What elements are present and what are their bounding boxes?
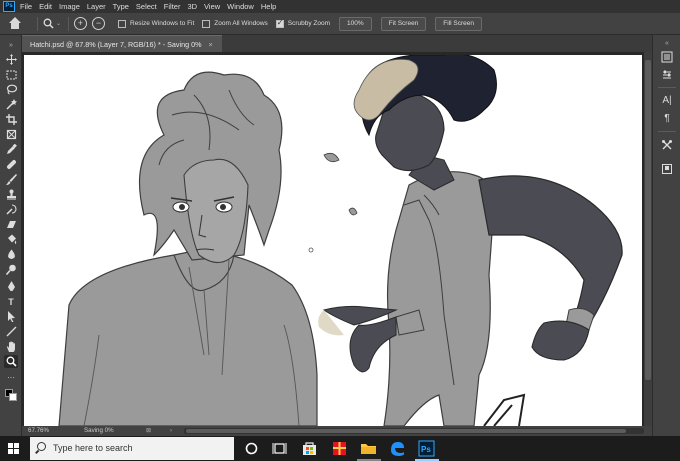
scrollbar-thumb[interactable]	[645, 60, 651, 380]
tools-panel: » T ···	[0, 35, 22, 442]
vertical-scrollbar[interactable]	[644, 52, 652, 426]
move-tool-icon[interactable]	[4, 53, 18, 66]
collapse-arrows-icon[interactable]: «	[661, 38, 673, 50]
dodge-tool-icon[interactable]	[4, 263, 18, 276]
status-bar: 67.76% Saving 0% ⊠ ›	[22, 426, 652, 436]
task-view-icon[interactable]	[271, 440, 288, 457]
properties-icon[interactable]	[661, 69, 673, 81]
pen-tool-icon[interactable]	[4, 280, 18, 293]
menu-image[interactable]: Image	[59, 2, 80, 11]
divider	[68, 16, 69, 31]
search-icon	[37, 442, 46, 451]
microsoft-store-icon[interactable]	[301, 440, 318, 457]
edge-browser-icon[interactable]	[389, 440, 406, 457]
zoom-tool-icon[interactable]	[4, 355, 18, 368]
menu-edit[interactable]: Edit	[39, 2, 52, 11]
zoom-all-windows-checkbox[interactable]: Zoom All Windows	[202, 19, 268, 28]
menu-3d[interactable]: 3D	[187, 2, 197, 11]
scrollbar-thumb[interactable]	[186, 429, 626, 433]
resize-windows-label: Resize Windows to Fit	[130, 20, 195, 27]
character-icon[interactable]: A|	[661, 95, 673, 107]
cortana-icon[interactable]	[243, 440, 260, 457]
close-tab-icon[interactable]: ×	[209, 40, 213, 49]
divider	[658, 87, 676, 88]
photoshop-logo: Ps	[3, 1, 15, 12]
right-panel-strip: « A| ¶	[652, 35, 680, 442]
hand-tool-icon[interactable]	[4, 340, 18, 353]
menu-select[interactable]: Select	[136, 2, 157, 11]
history-brush-tool-icon[interactable]	[4, 203, 18, 216]
scrubby-zoom-label: Scrubby Zoom	[287, 20, 331, 27]
cancel-save-icon[interactable]: ⊠	[146, 426, 151, 436]
menu-layer[interactable]: Layer	[87, 2, 106, 11]
history-icon[interactable]	[661, 51, 673, 63]
type-tool-icon[interactable]: T	[4, 295, 18, 308]
brush-tool-icon[interactable]	[4, 173, 18, 186]
background-color-swatch[interactable]	[9, 393, 17, 401]
file-explorer-icon[interactable]	[360, 440, 377, 457]
fit-screen-button[interactable]: Fit Screen	[380, 16, 427, 31]
eyedropper-tool-icon[interactable]	[4, 143, 18, 156]
saving-status: Saving 0%	[84, 427, 114, 434]
frame-tool-icon[interactable]	[4, 128, 18, 141]
photoshop-taskbar-icon[interactable]: Ps	[418, 440, 435, 457]
menu-file[interactable]: File	[20, 2, 32, 11]
checkbox-box[interactable]	[118, 19, 126, 28]
status-menu-arrow-icon[interactable]: ›	[170, 426, 172, 436]
taskbar-search-box[interactable]: Type here to search	[30, 437, 234, 460]
zoom-out-icon[interactable]: −	[92, 17, 105, 30]
menu-help[interactable]: Help	[261, 2, 276, 11]
layer-comps-icon[interactable]	[661, 163, 673, 175]
clone-stamp-tool-icon[interactable]	[4, 188, 18, 201]
zoom-in-icon[interactable]: +	[74, 17, 87, 30]
scrubby-zoom-checkbox[interactable]: Scrubby Zoom	[275, 18, 331, 28]
zoom-100-button[interactable]: 100%	[339, 16, 372, 31]
healing-brush-tool-icon[interactable]	[4, 158, 18, 171]
document-tab[interactable]: Hatchi.psd @ 67.8% (Layer 7, RGB/16) * -…	[22, 35, 222, 52]
menu-view[interactable]: View	[204, 2, 220, 11]
canvas-area[interactable]	[22, 52, 644, 426]
divider	[37, 16, 38, 31]
more-tools-icon[interactable]: ···	[4, 371, 18, 384]
search-placeholder: Type here to search	[53, 443, 133, 453]
artboard[interactable]	[24, 55, 642, 426]
marquee-tool-icon[interactable]	[4, 68, 18, 81]
options-bar: ⌄ + − Resize Windows to Fit Zoom All Win…	[0, 13, 680, 35]
illustration	[58, 55, 623, 426]
windows-start-icon[interactable]	[8, 443, 20, 455]
lasso-tool-icon[interactable]	[4, 83, 18, 96]
menu-bar: Ps File Edit Image Layer Type Select Fil…	[0, 0, 680, 13]
magnifier-icon	[43, 18, 54, 29]
zoom-all-windows-label: Zoom All Windows	[214, 20, 268, 27]
zoom-tool-preset[interactable]: ⌄	[43, 18, 63, 29]
collapse-arrows-icon[interactable]: »	[4, 39, 18, 52]
document-title: Hatchi.psd @ 67.8% (Layer 7, RGB/16) * -…	[30, 40, 202, 49]
gift-app-icon[interactable]	[331, 440, 348, 457]
resize-windows-checkbox[interactable]: Resize Windows to Fit	[118, 19, 195, 28]
path-selection-tool-icon[interactable]	[4, 310, 18, 323]
menu-window[interactable]: Window	[227, 2, 254, 11]
fill-screen-button[interactable]: Fill Screen	[435, 16, 483, 31]
horizontal-scrollbar[interactable]	[184, 428, 644, 434]
home-icon[interactable]	[8, 16, 22, 31]
svg-text:Ps: Ps	[421, 445, 431, 454]
zoom-level[interactable]: 67.76%	[28, 426, 49, 436]
paint-bucket-tool-icon[interactable]	[4, 233, 18, 246]
menu-filter[interactable]: Filter	[164, 2, 181, 11]
photoshop-window: Ps File Edit Image Layer Type Select Fil…	[0, 0, 680, 461]
divider	[658, 131, 676, 132]
blur-tool-icon[interactable]	[4, 248, 18, 261]
checkbox-box-checked[interactable]	[275, 18, 284, 28]
menu-type[interactable]: Type	[113, 2, 129, 11]
line-tool-icon[interactable]	[4, 325, 18, 338]
chevron-down-icon: ⌄	[56, 21, 62, 27]
checkbox-box[interactable]	[202, 19, 211, 28]
tool-presets-icon[interactable]	[661, 139, 673, 151]
paragraph-icon[interactable]: ¶	[661, 113, 673, 125]
windows-taskbar: Type here to search Ps	[0, 436, 680, 461]
eraser-tool-icon[interactable]	[4, 218, 18, 231]
crop-tool-icon[interactable]	[4, 113, 18, 126]
quick-selection-tool-icon[interactable]	[4, 98, 18, 111]
